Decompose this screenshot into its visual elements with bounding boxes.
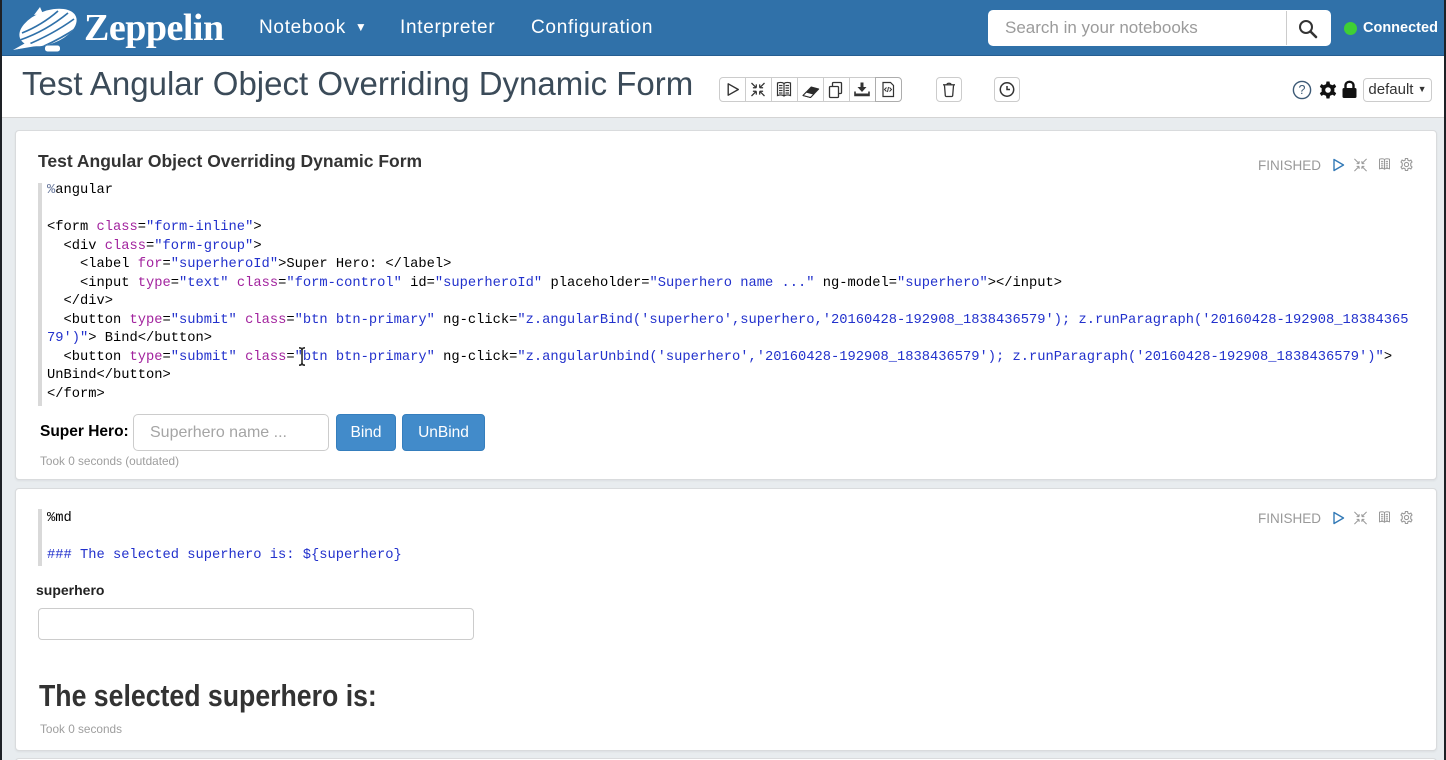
svg-text:?: ? [1299, 83, 1306, 97]
